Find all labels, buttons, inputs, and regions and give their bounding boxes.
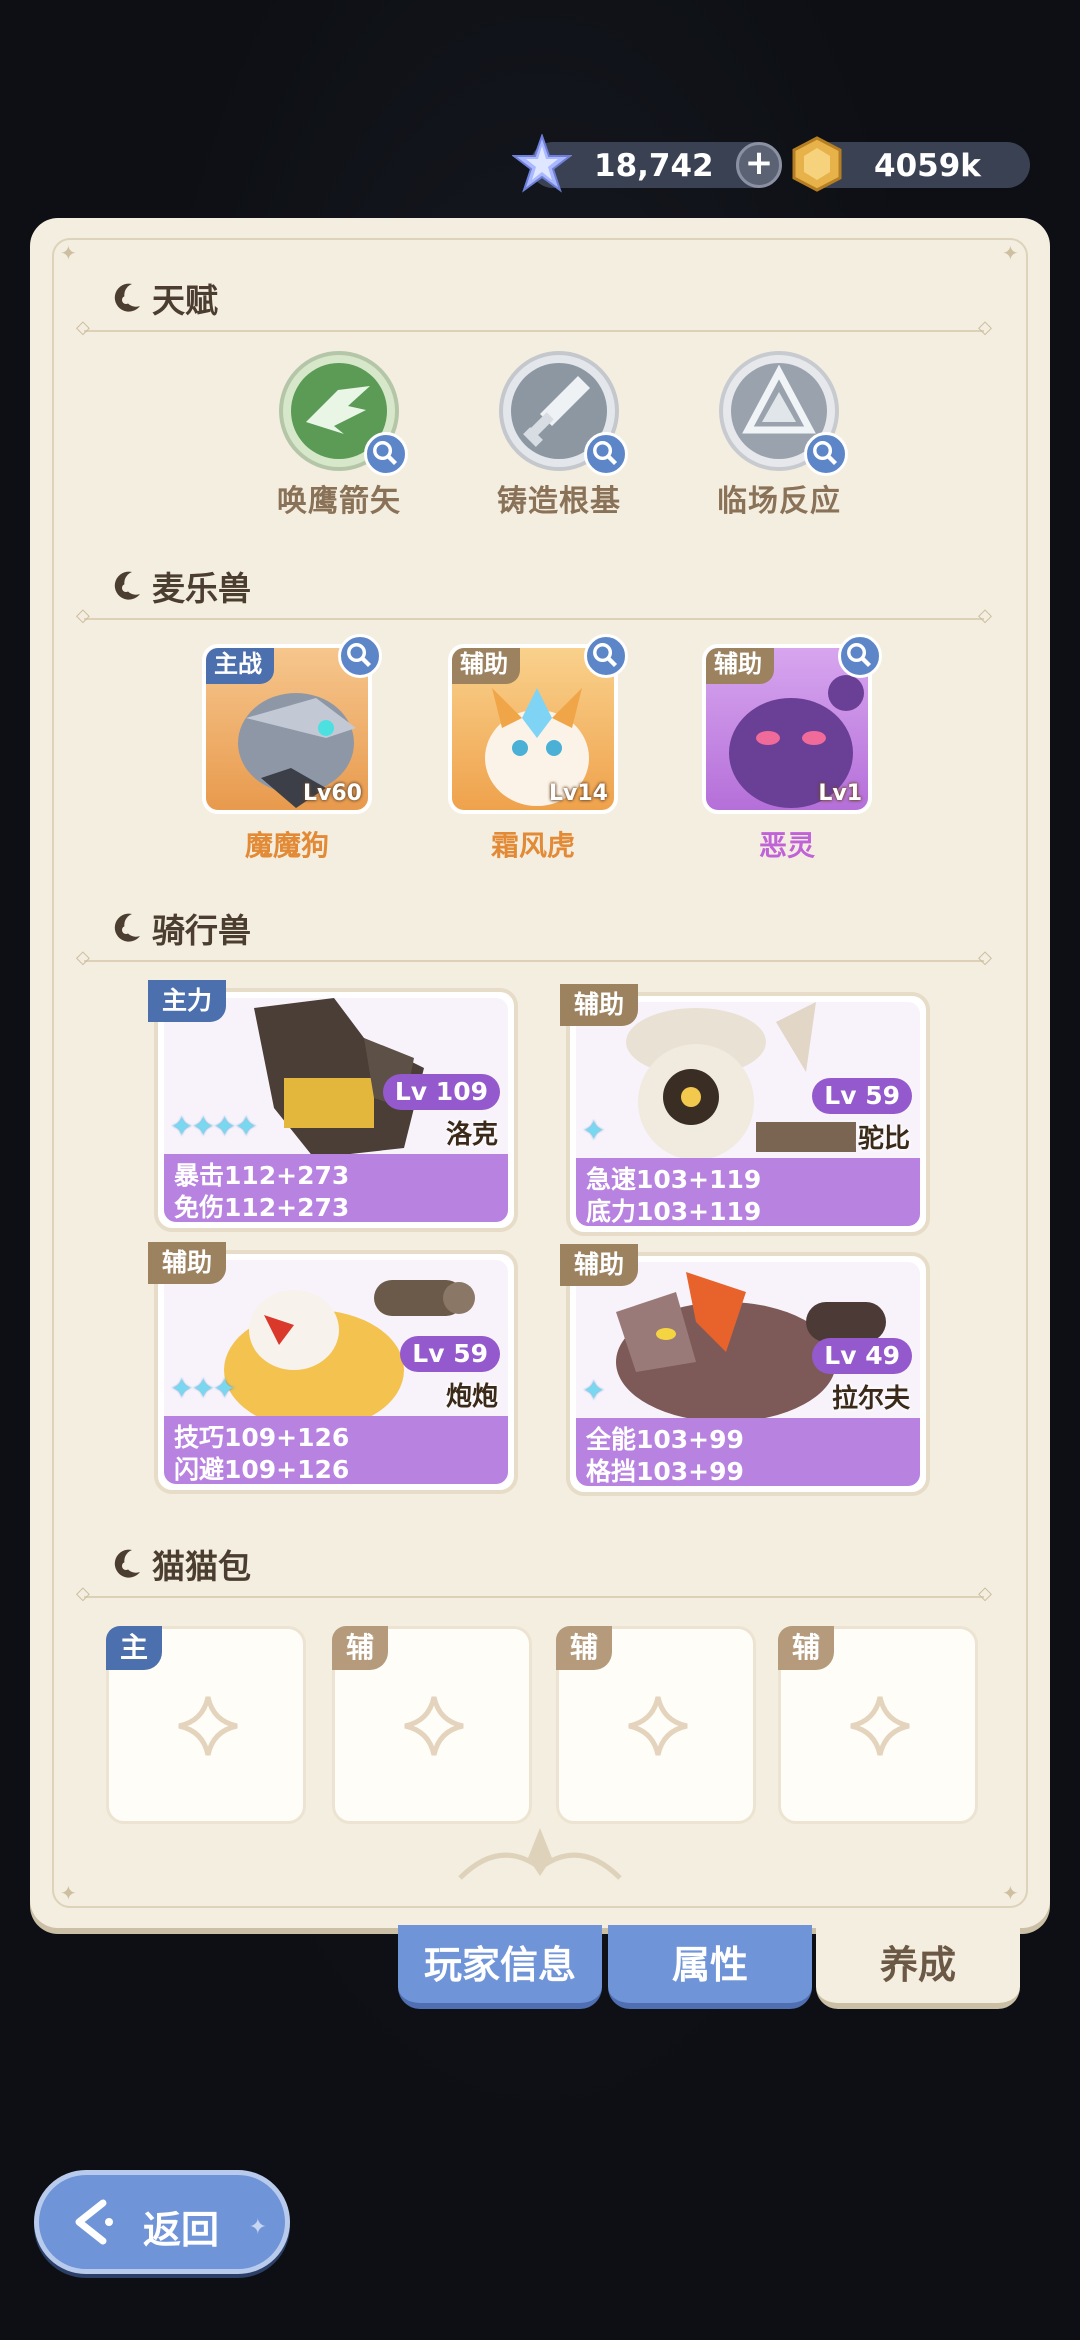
ornament-icon	[458, 1828, 622, 1880]
pet-slot[interactable]: 辅助 Lv1 恶灵	[702, 634, 882, 864]
empty-slot-icon	[404, 1696, 464, 1756]
pet-name: 恶灵	[758, 829, 815, 862]
level-badge: Lv 109	[382, 1074, 500, 1110]
bags-section-title: 猫猫包	[110, 1540, 251, 1588]
role-tag: 辅	[556, 1626, 612, 1670]
talent-item[interactable]: 铸造根基	[474, 350, 644, 520]
mount-card[interactable]: ✦✦✦ Lv 59 炮炮 技巧109+126 闪避109+126 辅助	[148, 1242, 518, 1494]
bag-slot[interactable]: 辅	[556, 1626, 756, 1824]
empty-slot-icon	[850, 1696, 910, 1756]
corner-ornament: ✦	[60, 241, 77, 265]
gem-amount: 18,742	[594, 148, 714, 184]
add-gems-button[interactable]: +	[736, 142, 782, 188]
tab-attributes[interactable]: 属性	[608, 1925, 812, 2009]
back-arrow-icon	[75, 2199, 113, 2245]
mount-stat: 技巧109+126	[174, 1423, 350, 1452]
pet-name: 霜风虎	[490, 829, 575, 862]
inspect-icon[interactable]	[338, 634, 382, 678]
star-rating: ✦✦✦	[170, 1372, 236, 1405]
inspect-icon[interactable]	[838, 634, 882, 678]
talent-item[interactable]: 唤鹰箭矢	[254, 350, 424, 520]
pet-slot[interactable]: 辅助 Lv14 霜风虎	[448, 634, 628, 864]
back-button[interactable]: 返回 ✦	[34, 2170, 290, 2274]
eagle-emblem-icon	[278, 350, 408, 476]
gold-currency: 4059k	[792, 136, 1030, 192]
level-badge: Lv 59	[812, 1078, 912, 1114]
corner-ornament: ✦	[1002, 1881, 1019, 1905]
mount-stat: 免伤112+273	[174, 1193, 350, 1222]
level-badge: Lv14	[549, 781, 608, 806]
gem-currency: 18,742 +	[512, 134, 782, 193]
mounts-section-title: 骑行兽	[110, 904, 251, 952]
mount-stat: 格挡103+99	[586, 1457, 744, 1486]
bag-slot[interactable]: 辅	[332, 1626, 532, 1824]
level-badge: Lv1	[818, 781, 862, 806]
moon-swirl-icon	[114, 571, 140, 600]
tab-cultivate[interactable]: 养成	[816, 1925, 1020, 2009]
gem-icon	[512, 134, 572, 193]
moon-swirl-icon	[114, 283, 140, 312]
role-tag: 辅	[778, 1626, 834, 1670]
inspect-icon[interactable]	[584, 634, 628, 678]
tab-player-info[interactable]: 玩家信息	[398, 1925, 602, 2009]
role-tag: 主力	[148, 980, 227, 1022]
moon-swirl-icon	[114, 1549, 140, 1578]
level-badge: Lv60	[303, 781, 362, 806]
bag-slot[interactable]: 辅	[778, 1626, 978, 1824]
crystal-emblem-icon	[718, 350, 848, 476]
gold-amount: 4059k	[874, 148, 981, 184]
role-tag: 主	[106, 1626, 162, 1670]
mount-stat: 暴击112+273	[174, 1161, 350, 1190]
inspect-icon[interactable]	[364, 432, 408, 476]
sword-emblem-icon	[498, 350, 628, 476]
mount-stat: 急速103+119	[586, 1165, 762, 1194]
section-divider	[76, 605, 992, 626]
star-rating: ✦✦✦✦	[170, 1110, 258, 1143]
role-tag: 辅助	[560, 984, 639, 1026]
gold-coin-icon	[792, 136, 842, 192]
bag-slot[interactable]: 主	[106, 1626, 306, 1824]
moon-swirl-icon	[114, 913, 140, 942]
mount-card[interactable]: ✦✦✦✦ Lv 109 洛克 暴击112+273 免伤112+273 主力	[148, 980, 518, 1232]
mount-name: 拉尔夫	[831, 1384, 910, 1414]
star-rating: ✦	[582, 1114, 606, 1147]
role-tag: 辅助	[148, 1242, 227, 1284]
mount-stat: 底力103+119	[586, 1197, 762, 1226]
mount-name: 炮炮	[445, 1382, 498, 1412]
pets-section-title: 麦乐兽	[110, 562, 251, 610]
mount-stat: 闪避109+126	[174, 1455, 350, 1484]
section-divider	[76, 947, 992, 968]
role-tag: 辅助	[706, 648, 774, 684]
section-divider	[76, 317, 992, 338]
mount-name: 洛克	[445, 1120, 498, 1150]
role-tag: 主战	[206, 648, 274, 684]
mount-name: 驼比	[857, 1124, 910, 1154]
pet-slot[interactable]: 主战 Lv60 魔魔狗	[202, 634, 382, 864]
cultivation-panel: ✦ ✦ ✦ ✦ 天赋 唤鹰箭矢	[30, 218, 1050, 1928]
mount-card[interactable]: ✦ Lv 49 拉尔夫 全能103+99 格挡103+99 辅助	[560, 1244, 930, 1496]
empty-slot-icon	[628, 1696, 688, 1756]
corner-ornament: ✦	[1002, 241, 1019, 265]
level-badge: Lv 49	[812, 1338, 912, 1374]
inspect-icon[interactable]	[584, 432, 628, 476]
back-label: 返回	[143, 2208, 220, 2252]
talent-section-title: 天赋	[110, 274, 218, 322]
role-tag: 辅助	[560, 1244, 639, 1286]
corner-ornament: ✦	[60, 1881, 77, 1905]
role-tag: 辅	[332, 1626, 388, 1670]
talent-item[interactable]: 临场反应	[694, 350, 864, 520]
section-divider	[76, 1583, 992, 1604]
inspect-icon[interactable]	[804, 432, 848, 476]
empty-slot-icon	[178, 1696, 238, 1756]
sparkle-icon: ✦	[248, 2215, 267, 2240]
role-tag: 辅助	[452, 648, 520, 684]
level-badge: Lv 59	[400, 1336, 500, 1372]
pet-name: 魔魔狗	[244, 829, 329, 862]
mount-stat: 全能103+99	[586, 1425, 744, 1454]
star-rating: ✦	[582, 1374, 606, 1407]
mount-card[interactable]: ✦ Lv 59 驼比 急速103+119 底力103+119 辅助	[560, 984, 930, 1236]
